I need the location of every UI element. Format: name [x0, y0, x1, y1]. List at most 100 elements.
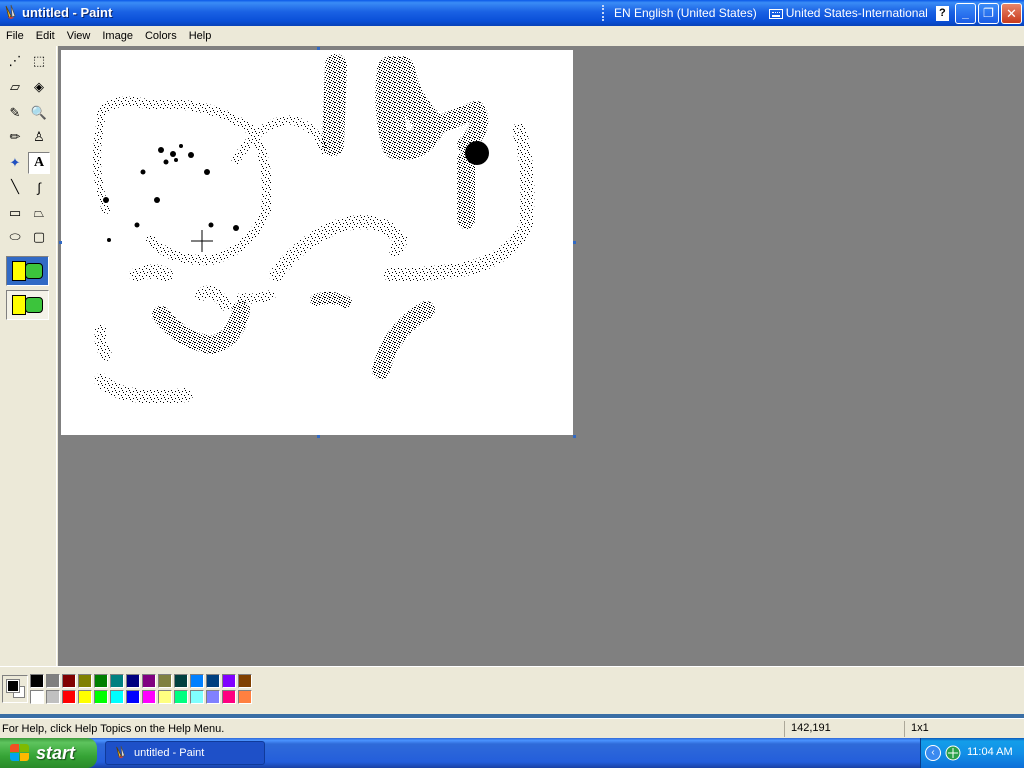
magnifier-tool[interactable]: 🔍 [28, 102, 50, 124]
airbrush-tool[interactable]: ✦ [4, 152, 26, 174]
menu-file[interactable]: File [6, 30, 24, 42]
pencil-tool[interactable]: ✏ [4, 126, 26, 148]
palette-swatch[interactable] [174, 674, 188, 688]
palette-swatch[interactable] [142, 690, 156, 704]
palette-swatch[interactable] [190, 674, 204, 688]
palette-swatch[interactable] [142, 674, 156, 688]
taskbar-item-paint[interactable]: untitled - Paint [105, 741, 265, 765]
polygon-tool[interactable]: ⏢ [28, 202, 50, 224]
palette-swatch[interactable] [94, 690, 108, 704]
brush-tool[interactable]: ♙ [28, 126, 50, 148]
canvas-workspace[interactable] [58, 46, 1024, 666]
palette-swatch[interactable] [126, 674, 140, 688]
transparent-overlay-icon [25, 297, 43, 313]
rectangle-select-tool[interactable]: ⬚ [28, 50, 50, 72]
canvas-resize-handle-right[interactable] [573, 241, 576, 244]
spray-stroke-patch-2 [94, 324, 112, 361]
palette-swatch[interactable] [46, 690, 60, 704]
ellipse-tool[interactable]: ⬭ [4, 226, 26, 248]
palette-swatch[interactable] [126, 690, 140, 704]
menu-view[interactable]: View [67, 30, 91, 42]
palette-swatch[interactable] [206, 674, 220, 688]
palette-swatch[interactable] [94, 674, 108, 688]
filled-circle-mark [465, 141, 489, 165]
clock[interactable]: 11:04 AM [967, 746, 1013, 758]
system-tray: ‹ 11:04 AM [920, 738, 1024, 768]
start-button[interactable]: start [0, 738, 97, 768]
text-option-opaque[interactable] [6, 256, 49, 286]
spray-stroke-left [93, 116, 110, 214]
palette-swatch[interactable] [62, 690, 76, 704]
palette-swatch[interactable] [222, 674, 236, 688]
canvas-resize-handle-top [317, 47, 320, 50]
palette-swatch[interactable] [110, 674, 124, 688]
title-bar[interactable]: untitled - Paint EN English (United Stat… [0, 0, 1024, 26]
palette-swatch[interactable] [206, 690, 220, 704]
curve-tool[interactable]: ∫ [28, 176, 50, 198]
opaque-shape-icon [12, 261, 26, 281]
menu-edit[interactable]: Edit [36, 30, 55, 42]
minimize-button[interactable]: _ [955, 3, 976, 24]
spray-stroke-patch-6 [195, 285, 232, 311]
spray-stroke-patch-4 [236, 290, 276, 304]
rounded-rectangle-tool[interactable]: ▢ [28, 226, 50, 248]
spray-stroke-patch-3 [94, 373, 193, 404]
palette-swatch[interactable] [190, 690, 204, 704]
rectangle-tool[interactable]: ▭ [4, 202, 26, 224]
canvas-resize-handle-corner[interactable] [573, 435, 576, 438]
keyboard-layout-label[interactable]: United States-International [786, 6, 928, 20]
canvas-resize-handle-left [59, 241, 62, 244]
spray-stroke-patch-1 [129, 264, 173, 282]
toolbox: ⋰ ⬚ ▱ ◈ ✎ 🔍 ✏ ♙ ✦ A ╲ ∫ ▭ ⏢ ⬭ ▢ [0, 46, 57, 666]
keyboard-icon [768, 9, 783, 19]
text-option-transparent[interactable] [6, 290, 49, 320]
palette-swatch[interactable] [238, 690, 252, 704]
spray-stroke-patch-5 [310, 291, 352, 308]
show-hidden-icons-button[interactable]: ‹ [925, 745, 941, 761]
palette-swatch[interactable] [222, 690, 236, 704]
drawing-artwork [93, 54, 535, 404]
palette-swatch[interactable] [78, 690, 92, 704]
palette-swatch[interactable] [158, 674, 172, 688]
text-tool[interactable]: A [28, 152, 50, 174]
palette-swatch[interactable] [110, 690, 124, 704]
network-icon[interactable] [945, 745, 961, 761]
eraser-tool[interactable]: ▱ [4, 76, 26, 98]
menu-colors[interactable]: Colors [145, 30, 177, 42]
maximize-button[interactable]: ❐ [978, 3, 999, 24]
fill-tool[interactable]: ◈ [28, 76, 50, 98]
palette-swatch[interactable] [46, 674, 60, 688]
spray-strokes [93, 54, 535, 404]
main-area: ⋰ ⬚ ▱ ◈ ✎ 🔍 ✏ ♙ ✦ A ╲ ∫ ▭ ⏢ ⬭ ▢ [0, 46, 1024, 666]
spray-stroke-bend [152, 301, 250, 354]
menu-image[interactable]: Image [102, 30, 133, 42]
drawing-canvas[interactable] [61, 50, 573, 435]
close-button[interactable]: ✕ [1001, 3, 1022, 24]
palette-swatch[interactable] [78, 674, 92, 688]
palette-swatch[interactable] [30, 674, 44, 688]
cursor-position: 142,191 [784, 721, 902, 737]
menu-help[interactable]: Help [189, 30, 212, 42]
language-bar-help-icon[interactable]: ? [935, 5, 949, 21]
canvas-resize-handle-bottom[interactable] [317, 435, 320, 438]
paint-app-icon [5, 4, 16, 19]
palette-swatch[interactable] [158, 690, 172, 704]
spray-stroke-diagonal [372, 301, 435, 379]
palette-swatch[interactable] [174, 690, 188, 704]
start-label: start [36, 742, 76, 763]
language-bar[interactable]: EN English (United States) United States… [602, 3, 964, 23]
language-bar-grip[interactable] [602, 5, 608, 21]
status-bar: For Help, click Help Topics on the Help … [0, 718, 1024, 738]
pick-color-tool[interactable]: ✎ [4, 102, 26, 124]
palette-swatch[interactable] [30, 690, 44, 704]
palette-swatch[interactable] [62, 674, 76, 688]
line-tool[interactable]: ╲ [4, 176, 26, 198]
spray-stroke-arc [96, 96, 272, 266]
spray-stroke-column [322, 54, 347, 156]
language-label[interactable]: EN English (United States) [614, 6, 757, 20]
free-form-select-tool[interactable]: ⋰ [4, 50, 26, 72]
palette-swatch[interactable] [238, 674, 252, 688]
status-help-text: For Help, click Help Topics on the Help … [2, 723, 225, 735]
opaque-overlay-icon [25, 263, 43, 279]
current-colors [2, 675, 28, 703]
